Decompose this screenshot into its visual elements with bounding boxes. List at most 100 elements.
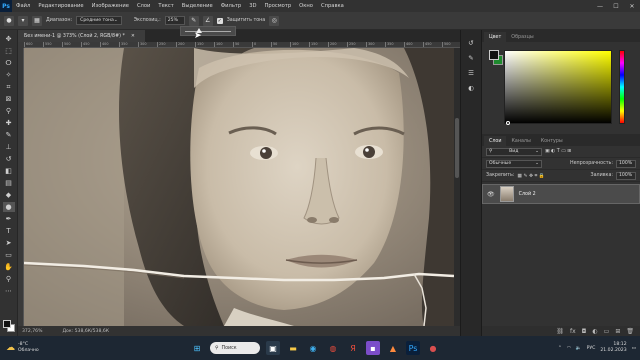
path-select-tool-icon[interactable]: ➤ xyxy=(3,238,15,248)
gradient-tool-icon[interactable]: ▤ xyxy=(3,178,15,188)
taskbar-search[interactable]: ⚲ Поиск xyxy=(210,342,260,354)
lasso-tool-icon[interactable]: ⵔ xyxy=(3,58,15,68)
history-panel-icon[interactable]: ↺ xyxy=(465,38,477,48)
menu-file[interactable]: Файл xyxy=(12,3,34,9)
menu-help[interactable]: Справка xyxy=(317,3,348,9)
move-tool-icon[interactable]: ✥ xyxy=(3,34,15,44)
blend-mode-select[interactable]: Обычные ⌄ xyxy=(486,159,542,168)
pressure-size-icon[interactable]: ◎ xyxy=(269,15,280,26)
tab-channels[interactable]: Каналы xyxy=(506,136,535,146)
yandex-icon[interactable]: Я xyxy=(346,341,360,355)
color-picker-marker[interactable] xyxy=(506,121,510,125)
menu-image[interactable]: Изображение xyxy=(88,3,133,9)
history-brush-tool-icon[interactable]: ↺ xyxy=(3,154,15,164)
chrome-icon[interactable]: ◍ xyxy=(326,341,340,355)
layer-name[interactable]: Слой 2 xyxy=(519,192,536,197)
filter-icons[interactable]: ▣ ◐ T ▭ ⊞ xyxy=(545,149,571,154)
frame-tool-icon[interactable]: ⊠ xyxy=(3,94,15,104)
clone-stamp-tool-icon[interactable]: ⊥ xyxy=(3,142,15,152)
menu-window[interactable]: Окно xyxy=(295,3,317,9)
trash-icon[interactable]: 🗑 xyxy=(626,328,634,335)
hand-tool-icon[interactable]: ✋ xyxy=(3,262,15,272)
notifications-icon[interactable]: ▭ xyxy=(632,346,636,351)
menu-type[interactable]: Текст xyxy=(154,3,177,9)
burn-tool-preset-icon[interactable]: ● xyxy=(4,15,14,26)
clock[interactable]: 18:12 21.02.2023 xyxy=(600,342,626,354)
link-icon[interactable]: ⛓ xyxy=(556,328,564,335)
eyedropper-tool-icon[interactable]: ⚲ xyxy=(3,106,15,116)
crop-tool-icon[interactable]: ⌗ xyxy=(3,82,15,92)
photoshop-logo[interactable]: Ps xyxy=(0,0,12,12)
zoom-readout[interactable]: 372,76% xyxy=(22,329,42,334)
airbrush-icon[interactable]: ✎ xyxy=(188,15,199,26)
panel-foreground-swatch[interactable] xyxy=(489,50,499,60)
recorder-icon[interactable]: ● xyxy=(426,341,440,355)
edge-icon[interactable]: ◉ xyxy=(306,341,320,355)
more-tools-icon[interactable]: ⋯ xyxy=(3,286,15,296)
vlc-icon[interactable]: ▲ xyxy=(386,341,400,355)
tab-layers[interactable]: Слои xyxy=(484,136,507,146)
maximize-button[interactable]: ☐ xyxy=(608,0,624,12)
marquee-tool-icon[interactable]: ⬚ xyxy=(3,46,15,56)
blur-tool-icon[interactable]: ◆ xyxy=(3,190,15,200)
eraser-tool-icon[interactable]: ◧ xyxy=(3,166,15,176)
language-indicator[interactable]: РУС xyxy=(587,346,596,351)
adjustments-panel-icon[interactable]: ◐ xyxy=(465,83,477,93)
folder-icon[interactable]: ▭ xyxy=(604,328,610,335)
fill-input[interactable]: 100% xyxy=(616,171,636,180)
color-picker-field[interactable] xyxy=(504,50,612,125)
fx-icon[interactable]: fx xyxy=(570,328,576,335)
start-icon[interactable]: ⊞ xyxy=(190,341,204,355)
brush-tool-icon[interactable]: ✎ xyxy=(3,130,15,140)
zoom-tool-icon[interactable]: ⚲ xyxy=(3,274,15,284)
exposure-slider-track[interactable] xyxy=(185,31,231,32)
burn-tool-icon[interactable]: ● xyxy=(2,202,15,212)
wifi-icon[interactable]: ◠ xyxy=(567,346,571,351)
layer-item[interactable]: 👁 Слой 2 xyxy=(482,184,640,204)
exposure-input[interactable]: 25% xyxy=(164,16,185,25)
brush-settings-icon[interactable]: ▦ xyxy=(32,15,42,26)
minimize-button[interactable]: — xyxy=(592,0,608,12)
tab-paths[interactable]: Контуры xyxy=(536,136,568,146)
document-info[interactable]: Док: 538,6К/538,6К xyxy=(62,329,109,334)
healing-tool-icon[interactable]: ✚ xyxy=(3,118,15,128)
brush-settings-panel-icon[interactable]: ✎ xyxy=(465,53,477,63)
menu-3d[interactable]: 3D xyxy=(245,3,260,9)
document-canvas[interactable] xyxy=(24,48,454,326)
scrollbar-thumb[interactable] xyxy=(455,118,459,178)
photoshop-taskbar-icon[interactable]: Ps xyxy=(406,341,420,355)
angle-icon[interactable]: ∠ xyxy=(202,15,213,26)
volume-icon[interactable]: 🔈 xyxy=(576,346,582,351)
mask-icon[interactable]: ◘ xyxy=(582,328,587,335)
shape-tool-icon[interactable]: ▭ xyxy=(3,250,15,260)
layer-filter-select[interactable]: ⚲ Вид ⌄ xyxy=(486,147,542,156)
brush-size-icon[interactable]: ▾ xyxy=(18,15,28,26)
menu-view[interactable]: Просмотр xyxy=(261,3,296,9)
opacity-input[interactable]: 100% xyxy=(616,159,636,168)
eye-icon[interactable]: 👁 xyxy=(487,191,495,198)
app-icon[interactable]: ▪ xyxy=(366,341,380,355)
menu-select[interactable]: Выделение xyxy=(178,3,217,9)
foreground-color-swatch[interactable] xyxy=(3,320,11,328)
type-tool-icon[interactable]: T xyxy=(3,226,15,236)
tab-color[interactable]: Цвет xyxy=(484,32,507,42)
weather-widget[interactable]: ☁ -8°C Облачно xyxy=(0,342,120,354)
menu-edit[interactable]: Редактирование xyxy=(34,3,87,9)
file-explorer-icon[interactable]: ▬ xyxy=(286,341,300,355)
menu-filter[interactable]: Фильтр xyxy=(217,3,246,9)
close-icon[interactable]: ✕ xyxy=(131,34,135,39)
lock-icons[interactable]: ▦ ✎ ✥ ⌗ 🔒 xyxy=(517,173,544,179)
tab-swatches[interactable]: Образцы xyxy=(506,32,538,42)
close-window-button[interactable]: ✕ xyxy=(624,0,640,12)
document-tab[interactable]: Без имени-1 @ 373% (Слой 2, RGB/8#) * ✕ xyxy=(18,30,145,42)
properties-panel-icon[interactable]: ☰ xyxy=(465,68,477,78)
pen-tool-icon[interactable]: ✒ xyxy=(3,214,15,224)
menu-layers[interactable]: Слои xyxy=(133,3,154,9)
new-layer-icon[interactable]: ⊞ xyxy=(615,328,620,335)
range-select[interactable]: Средние тона ⌄ xyxy=(76,16,122,25)
hue-slider[interactable] xyxy=(619,50,625,124)
task-view-icon[interactable]: ▣ xyxy=(266,341,280,355)
adjustment-icon[interactable]: ◐ xyxy=(592,328,597,335)
chevron-up-icon[interactable]: ⌃ xyxy=(558,346,562,351)
quick-select-tool-icon[interactable]: ✧ xyxy=(3,70,15,80)
